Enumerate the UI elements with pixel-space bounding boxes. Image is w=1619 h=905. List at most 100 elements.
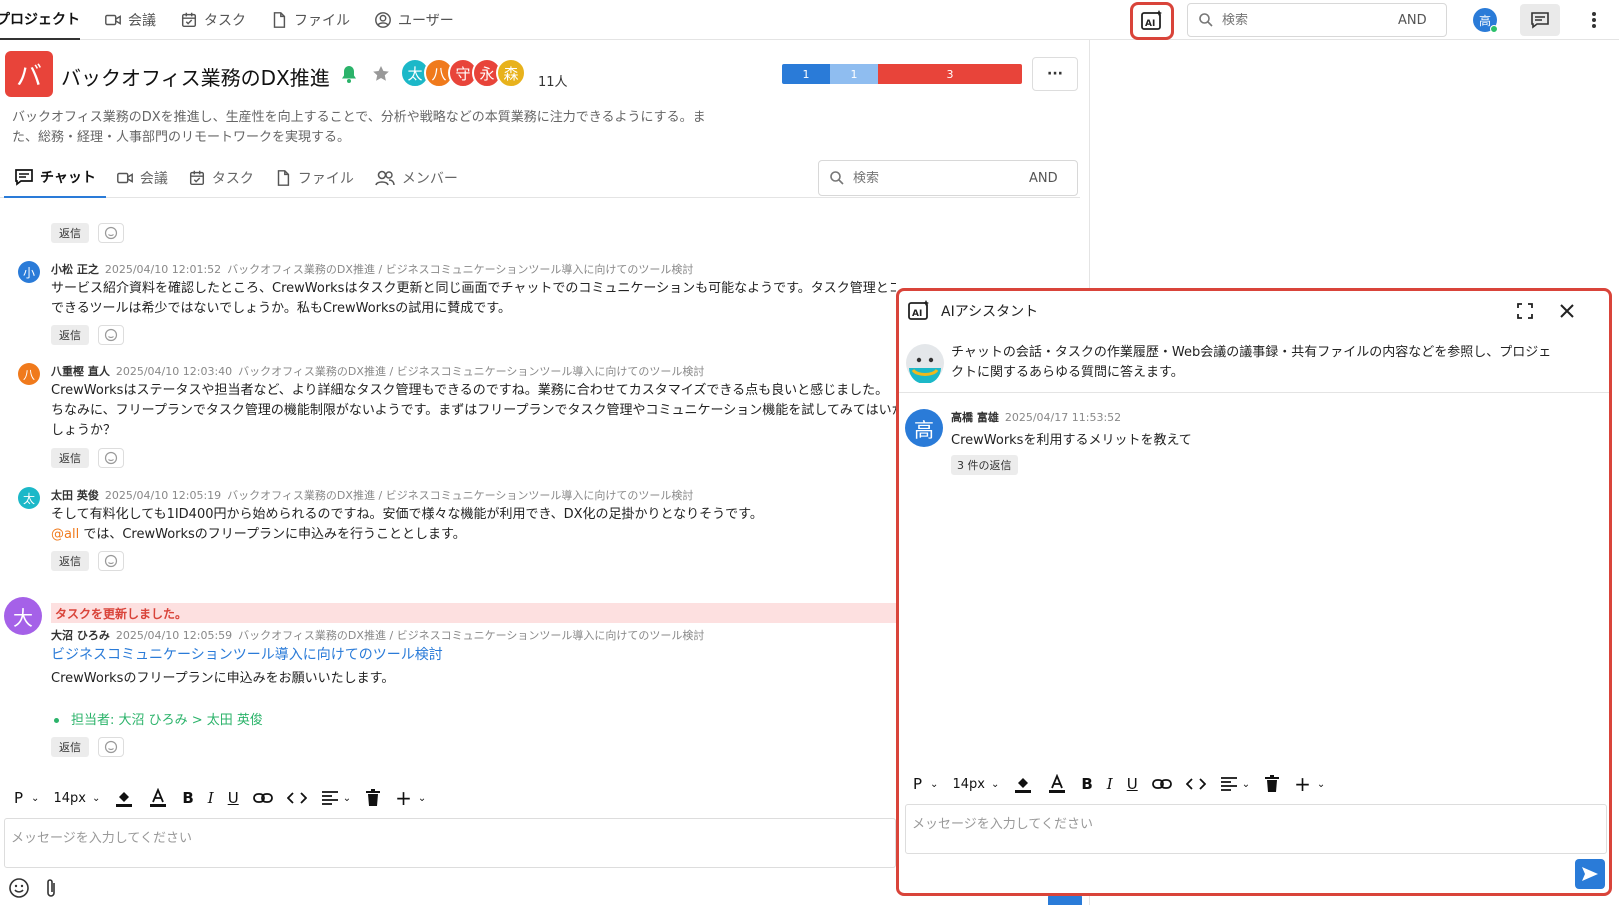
underline-button[interactable]: U [1127,775,1138,793]
send-button[interactable] [1575,859,1605,889]
tab-meetings-label: 会議 [139,170,168,187]
link-button[interactable] [1151,777,1172,791]
bold-button[interactable]: B [182,789,193,807]
paint-bucket-icon [114,788,134,808]
paragraph-style-select[interactable]: P ⌄ [14,789,39,807]
italic-button[interactable]: I [208,789,214,807]
reply-button[interactable]: 返信 [51,448,89,468]
italic-button[interactable]: I [1107,775,1113,793]
link-button[interactable] [252,791,273,805]
tab-members[interactable]: メンバー [364,158,468,198]
video-icon [104,11,122,29]
replies-button[interactable]: 3 件の返信 [951,455,1018,475]
progress-segment-in-progress: 1 [830,64,878,84]
font-size-select[interactable]: 14px ⌄ [53,791,100,806]
delete-button[interactable] [1264,775,1280,793]
font-size-select[interactable]: 14px ⌄ [952,777,999,792]
message-time: 2025/04/10 12:03:40 [115,365,233,378]
reply-button[interactable]: 返信 [51,223,89,243]
add-reaction-button[interactable] [98,325,124,345]
chat-icon [14,167,34,187]
ai-editor-toolbar: P ⌄ 14px ⌄ B I U ⌄ + ⌄ [913,769,1339,799]
top-nav: プロジェクト 会議 タスク ファイル ユーザー [0,0,478,40]
mention-all[interactable]: @all [51,527,79,542]
attach-button[interactable] [44,877,58,899]
tab-search-input[interactable] [853,170,1023,186]
message-avatar: 太 [18,487,40,509]
message-input[interactable]: メッセージを入力してください [4,818,896,868]
bell-icon[interactable] [340,64,358,84]
highlight-color-button[interactable] [114,788,134,808]
chat-panel-toggle[interactable] [1520,4,1560,36]
add-reaction-button[interactable] [98,223,124,243]
reply-button[interactable]: 返信 [51,737,89,757]
message-time: 2025/04/17 11:53:52 [1004,411,1122,424]
paragraph-style-select[interactable]: P ⌄ [913,775,938,793]
text-color-icon [148,788,168,808]
message-author: 太田 英俊 [51,489,99,502]
close-icon[interactable] [1559,303,1575,319]
send-icon [1581,866,1599,882]
message-avatar: 小 [18,261,40,283]
align-select[interactable]: ⌄ [321,790,351,806]
top-search-and-toggle[interactable]: AND [1398,13,1427,28]
project-avatar: バ [5,51,53,97]
chat-icon [1530,10,1550,30]
message-input-placeholder: メッセージを入力してください [11,831,192,846]
insert-menu-button[interactable]: + ⌄ [395,786,426,810]
reply-button[interactable]: 返信 [51,551,89,571]
bold-button[interactable]: B [1081,775,1092,793]
expand-icon[interactable] [1517,303,1533,319]
code-button[interactable] [286,791,307,805]
emoji-button[interactable] [8,877,30,899]
kebab-menu-icon[interactable] [1588,10,1600,30]
text-color-button[interactable] [1047,774,1067,794]
reply-button[interactable]: 返信 [51,325,89,345]
message-text: そして有料化しても1ID400円から始められるのですね。安価で様々な機能が利用で… [51,507,763,522]
top-nav-tasks[interactable]: タスク [180,0,246,40]
plus-icon: + [1294,772,1311,796]
top-nav-users[interactable]: ユーザー [374,0,454,40]
add-reaction-button[interactable] [98,551,124,571]
star-icon[interactable] [371,64,391,84]
underline-button[interactable]: U [228,789,239,807]
message-meta: 太田 英俊 2025/04/10 12:05:19 バックオフィス業務のDX推進 /… [51,487,693,503]
align-select[interactable]: ⌄ [1220,776,1250,792]
text-color-button[interactable] [148,788,168,808]
highlight-color-button[interactable] [1013,774,1033,794]
task-assignee-text: 担当者: 大沼 ひろみ > 太田 英俊 [71,713,263,728]
task-link[interactable]: ビジネスコミュニケーションツール導入に向けてのツール検討 [51,645,443,665]
delete-button[interactable] [365,789,381,807]
add-reaction-button[interactable] [98,448,124,468]
message-path: バックオフィス業務のDX推進 / ビジネスコミュニケーションツール導入に向けての… [238,629,705,642]
user-avatar[interactable]: 高 [1473,8,1498,33]
smiley-icon [104,328,118,342]
project-more-button[interactable]: ··· [1032,57,1078,91]
chevron-down-icon: ⌄ [31,792,40,804]
tab-files[interactable]: ファイル [264,158,364,198]
message-path: バックオフィス業務のDX推進 / ビジネスコミュニケーションツール導入に向けての… [238,365,705,378]
align-left-icon [1220,776,1238,792]
code-button[interactable] [1185,777,1206,791]
ai-message-input[interactable]: メッセージを入力してください [905,804,1607,854]
message-meta: 八重樫 直人 2025/04/10 12:03:40 バックオフィス業務のDX推進 … [51,363,704,379]
add-reaction-button[interactable] [98,737,124,757]
user-avatar-letter: 高 [1478,13,1491,28]
message-path: バックオフィス業務のDX推進 / ビジネスコミュニケーションツール導入に向けての… [227,263,694,276]
ai-assistant-button[interactable]: AI [1139,8,1165,34]
insert-menu-button[interactable]: + ⌄ [1294,772,1325,796]
member-avatars[interactable]: 太 八 守 永 森 [400,58,530,88]
top-nav-meetings[interactable]: 会議 [104,0,156,40]
top-nav-projects[interactable]: プロジェクト [0,0,80,40]
task-progress-bar[interactable]: 1 1 3 [782,64,1022,84]
svg-text:AI: AI [912,309,922,319]
tab-tasks[interactable]: タスク [178,158,264,198]
top-search-input[interactable] [1222,12,1392,28]
member-count: 11人 [538,75,568,90]
tab-search-and-toggle[interactable]: AND [1029,171,1058,186]
message-text: しょうか？ [51,423,117,438]
tab-chat[interactable]: チャット [4,158,106,198]
more-icon: ··· [1047,66,1063,82]
tab-meetings[interactable]: 会議 [106,158,178,198]
top-nav-files[interactable]: ファイル [270,0,350,40]
